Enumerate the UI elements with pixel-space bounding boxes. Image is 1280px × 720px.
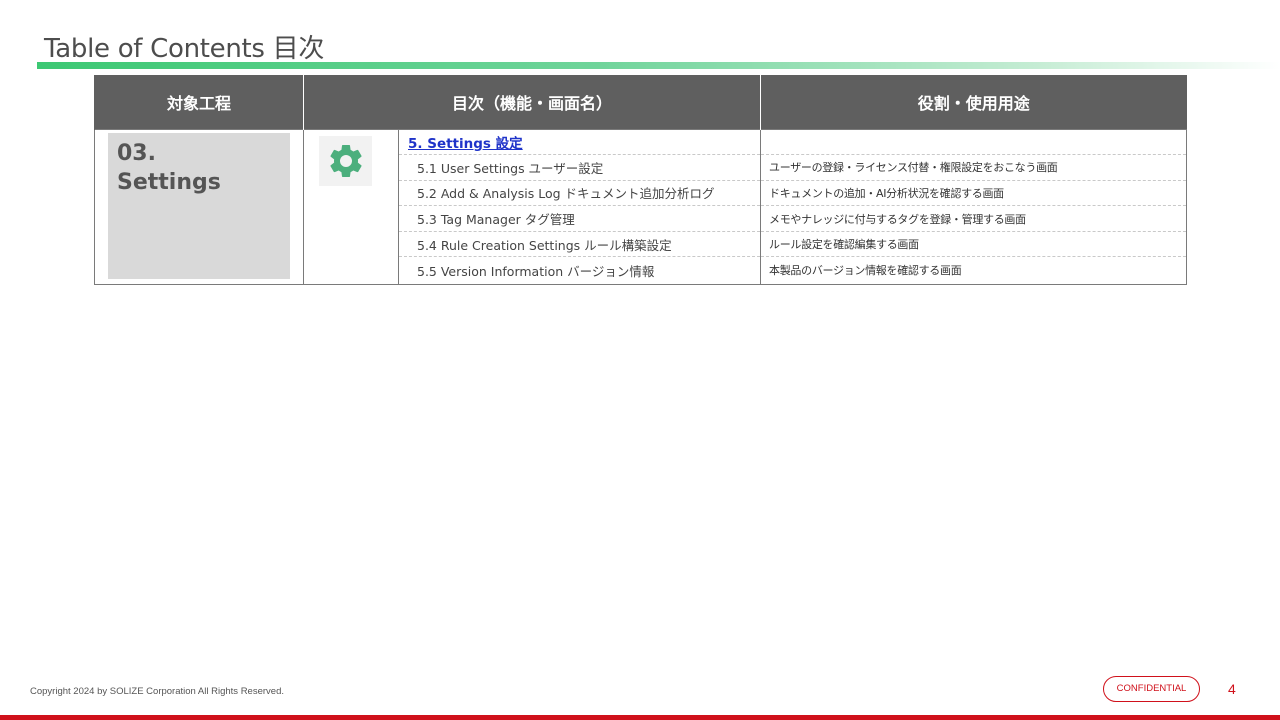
- table-row: 03. Settings 5. Settings 設定 5.1 User Set…: [94, 128, 1188, 285]
- footer-bar: [0, 715, 1280, 720]
- header-process: 対象工程: [94, 75, 304, 129]
- process-cell: 03. Settings: [94, 128, 304, 285]
- toc-item-label: 5.2 Add & Analysis Log ドキュメント追加分析ログ: [417, 186, 715, 202]
- page-number: 4: [1228, 681, 1236, 697]
- toc-item-label: 5.1 User Settings ユーザー設定: [417, 160, 604, 176]
- list-item: 5.3 Tag Manager タグ管理: [399, 206, 761, 232]
- list-item: 5. Settings 設定: [399, 130, 761, 156]
- list-item: 5.5 Version Information バージョン情報: [399, 257, 760, 283]
- role-text: ルール設定を確認編集する画面: [769, 238, 919, 252]
- copyright-text: Copyright 2024 by SOLIZE Corporation All…: [30, 686, 284, 697]
- icon-cell: [303, 128, 399, 285]
- role-text: メモやナレッジに付与するタグを登録・管理する画面: [769, 212, 1026, 226]
- process-label: 03. Settings: [108, 132, 290, 279]
- list-item: 5.4 Rule Creation Settings ルール構築設定: [399, 232, 761, 258]
- header-role: 役割・使用用途: [760, 75, 1187, 129]
- page-title: Table of Contents 目次: [44, 34, 325, 64]
- title-underline: [37, 62, 1280, 69]
- list-item: ドキュメントの追加・AI分析状況を確認する画面: [761, 181, 1187, 207]
- toc-item-label: 5.3 Tag Manager タグ管理: [417, 212, 575, 228]
- contents-list-cell: 5. Settings 設定 5.1 User Settings ユーザー設定 …: [397, 128, 762, 285]
- list-item: [761, 130, 1187, 156]
- list-item: 本製品のバージョン情報を確認する画面: [761, 257, 1186, 283]
- list-item: 5.2 Add & Analysis Log ドキュメント追加分析ログ: [399, 181, 761, 207]
- role-text: 本製品のバージョン情報を確認する画面: [769, 264, 962, 278]
- confidential-badge: CONFIDENTIAL: [1103, 676, 1200, 702]
- toc-item-label: 5.4 Rule Creation Settings ルール構築設定: [417, 237, 672, 253]
- table-header-row: 対象工程 目次（機能・画面名） 役割・使用用途: [94, 75, 1187, 129]
- gear-icon: [319, 135, 372, 186]
- settings-section-link[interactable]: 5. Settings 設定: [399, 132, 523, 152]
- list-item: ユーザーの登録・ライセンス付替・権限設定をおこなう画面: [761, 155, 1187, 181]
- toc-item-label: 5.5 Version Information バージョン情報: [417, 263, 655, 279]
- role-text: ドキュメントの追加・AI分析状況を確認する画面: [769, 186, 1004, 200]
- toc-table: 対象工程 目次（機能・画面名） 役割・使用用途 03. Settings 5. …: [94, 75, 1188, 285]
- list-item: 5.1 User Settings ユーザー設定: [399, 155, 761, 181]
- role-text: ユーザーの登録・ライセンス付替・権限設定をおこなう画面: [769, 161, 1058, 175]
- header-contents: 目次（機能・画面名）: [302, 75, 761, 129]
- roles-cell: ユーザーの登録・ライセンス付替・権限設定をおこなう画面 ドキュメントの追加・AI…: [760, 128, 1188, 285]
- list-item: ルール設定を確認編集する画面: [761, 232, 1187, 258]
- list-item: メモやナレッジに付与するタグを登録・管理する画面: [761, 206, 1187, 232]
